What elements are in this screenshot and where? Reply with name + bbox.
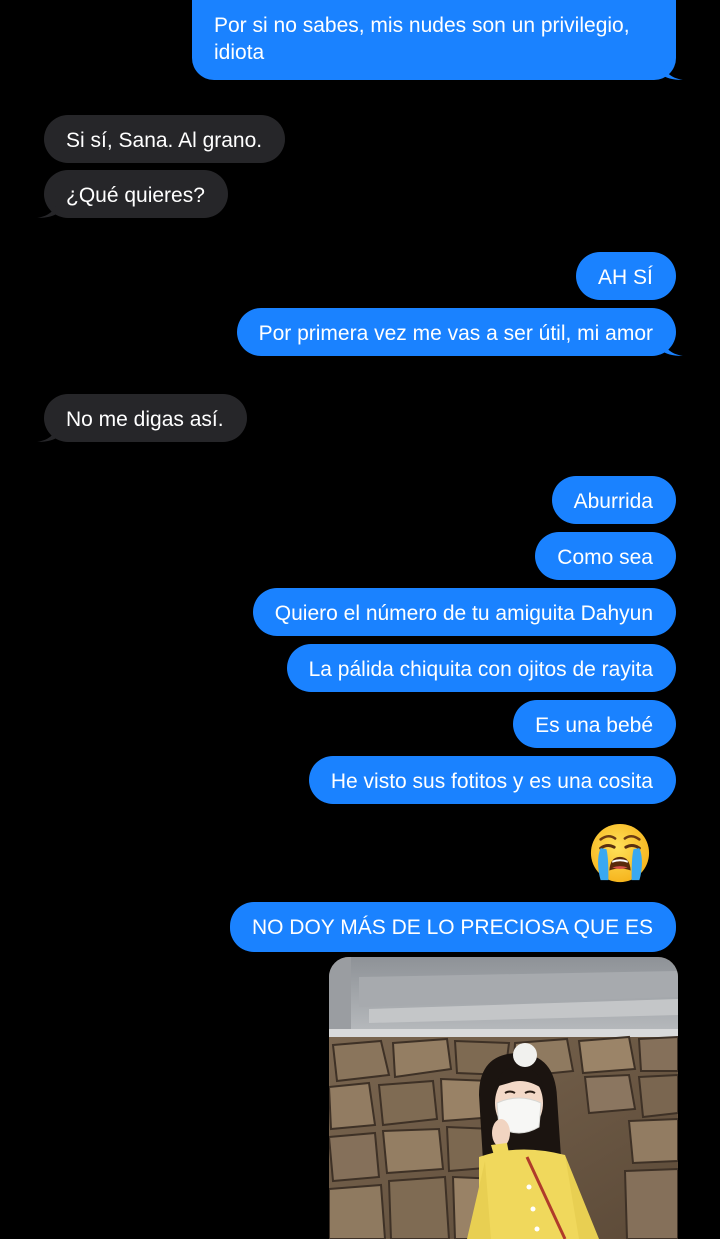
outgoing-message[interactable]: NO DOY MÁS DE LO PRECIOSA QUE ES xyxy=(229,902,676,952)
message-text: NO DOY MÁS DE LO PRECIOSA QUE ES xyxy=(251,916,653,939)
outgoing-message[interactable]: Por primera vez me vas a ser útil, mi am… xyxy=(236,308,683,356)
message-text: Si sí, Sana. Al grano. xyxy=(66,129,263,152)
photo-image xyxy=(329,957,678,1239)
bubble-tail xyxy=(37,196,59,218)
message-text: Por si no sabes, mis nudes son un privil… xyxy=(214,14,630,64)
message-text: Es una bebé xyxy=(535,714,653,737)
outgoing-message[interactable]: AH SÍ xyxy=(576,252,676,300)
outgoing-message[interactable]: He visto sus fotitos y es una cosita xyxy=(308,756,676,804)
message-text: No me digas así. xyxy=(66,408,224,431)
message-text: AH SÍ xyxy=(598,266,653,289)
message-text: He visto sus fotitos y es una cosita xyxy=(330,770,653,793)
photo-attachment[interactable] xyxy=(329,957,678,1239)
outgoing-message[interactable]: Es una bebé xyxy=(513,700,676,748)
message-text: Como sea xyxy=(557,546,653,569)
loudly-crying-face-icon[interactable] xyxy=(589,822,651,884)
message-text: La pálida chiquita con ojitos de rayita xyxy=(308,658,653,681)
message-text: Aburrida xyxy=(573,490,653,513)
bubble-tail xyxy=(661,58,683,80)
bubble-tail xyxy=(37,420,59,442)
outgoing-message[interactable]: Por si no sabes, mis nudes son un privil… xyxy=(192,0,683,80)
message-text: Quiero el número de tu amiguita Dahyun xyxy=(274,602,653,625)
outgoing-message[interactable]: La pálida chiquita con ojitos de rayita xyxy=(286,644,676,692)
outgoing-message[interactable]: Quiero el número de tu amiguita Dahyun xyxy=(252,588,676,636)
incoming-message[interactable]: No me digas así. xyxy=(37,394,247,442)
outgoing-message[interactable]: Como sea xyxy=(535,532,676,580)
bubble-tail xyxy=(661,334,683,356)
message-text: Por primera vez me vas a ser útil, mi am… xyxy=(258,322,653,345)
outgoing-message[interactable]: Aburrida xyxy=(551,476,676,524)
message-text: ¿Qué quieres? xyxy=(66,184,205,207)
incoming-message[interactable]: Si sí, Sana. Al grano. xyxy=(44,115,286,163)
incoming-message[interactable]: ¿Qué quieres? xyxy=(37,170,228,218)
